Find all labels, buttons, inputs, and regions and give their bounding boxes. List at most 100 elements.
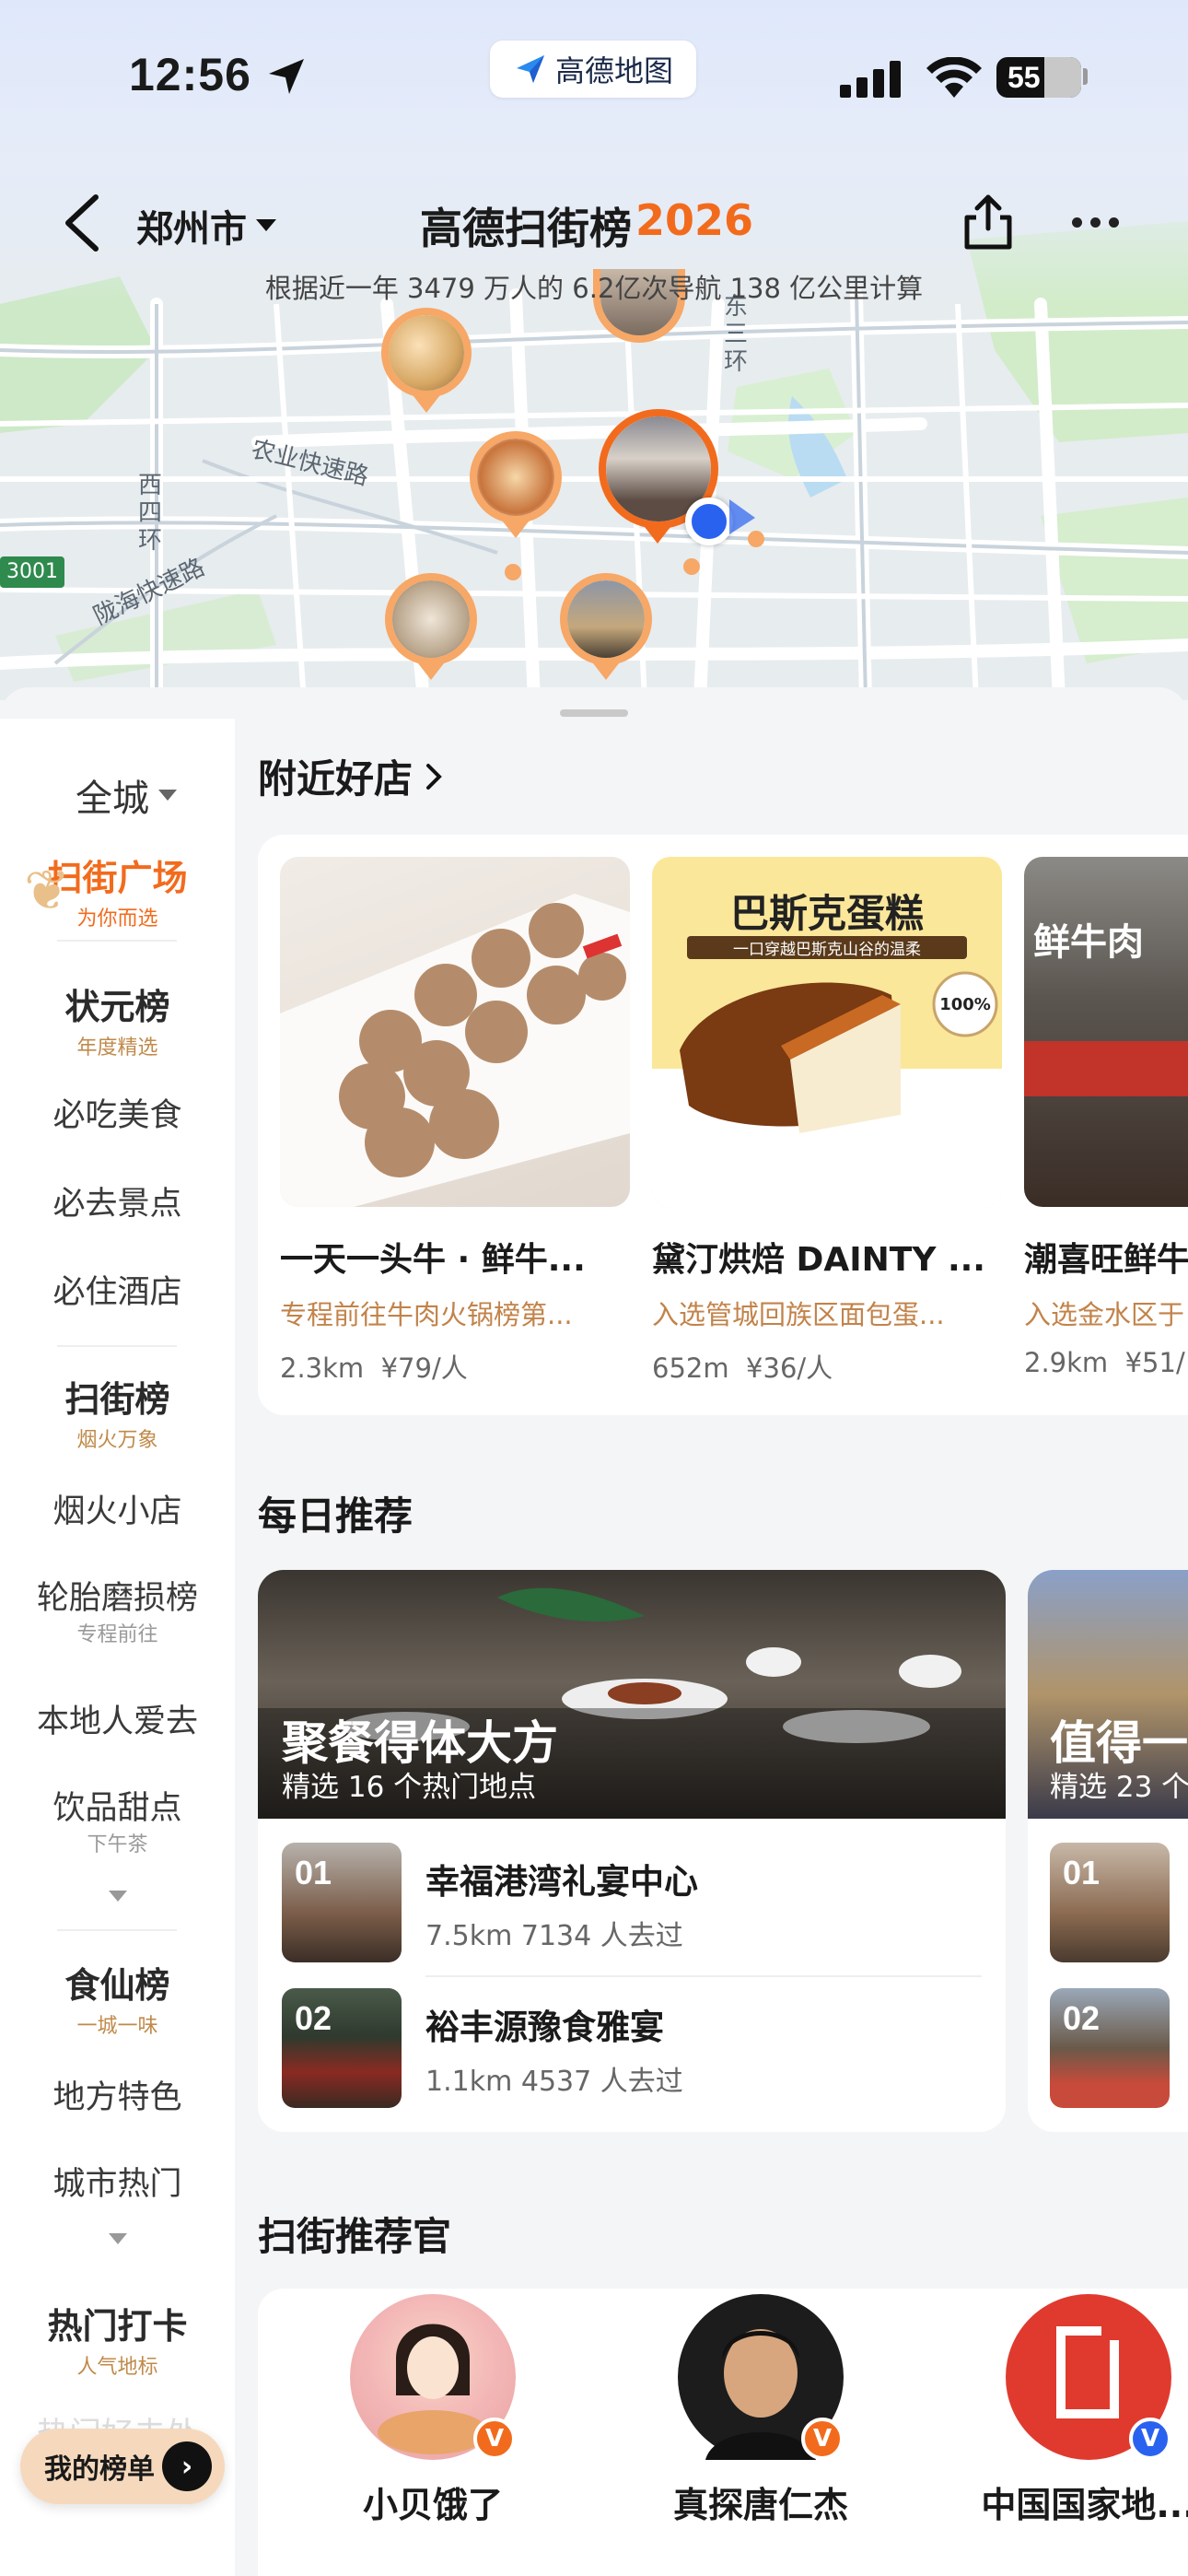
place-name: 裕丰源豫食雅宴 bbox=[425, 2008, 664, 2047]
nav-item-locals-love[interactable]: 本地人爱去 bbox=[0, 1695, 235, 1742]
nav-item-drinks-desserts[interactable]: 饮品甜点 bbox=[0, 1782, 235, 1829]
expand-chevron-icon[interactable] bbox=[109, 2233, 127, 2244]
daily-list-item[interactable]: 01 幸福港湾礼宴中心 7.5km 7134 人去过 bbox=[282, 1843, 982, 1972]
page-subtitle: 根据近一年 3479 万人的 6.2亿次导航 138 亿公里计算 bbox=[264, 273, 924, 304]
app-pill-label: 高德地图 bbox=[554, 53, 673, 88]
chevron-down-icon bbox=[158, 790, 177, 801]
scope-selector[interactable]: 全城 bbox=[76, 768, 177, 822]
map-pin-shop[interactable] bbox=[470, 431, 562, 523]
daily-recommend-card[interactable]: 聚餐得体大方 精选 16 个热门地点 01 幸福港湾礼宴中心 7.5km 713… bbox=[258, 1570, 1006, 2132]
rank-number: 02 bbox=[1063, 1999, 1101, 2037]
nav-item-small-shops[interactable]: 烟火小店 bbox=[0, 1485, 235, 1532]
city-selector[interactable]: 郑州市 bbox=[136, 199, 276, 252]
daily-hero-image: 值得一 精选 23 个 bbox=[1028, 1570, 1188, 1819]
shop-meta: 2.9km ¥51/ bbox=[1024, 1347, 1185, 1378]
map-pin-shop[interactable] bbox=[385, 573, 477, 665]
map-pin-shop[interactable] bbox=[381, 308, 472, 398]
daily-section-title: 每日推荐 bbox=[258, 1493, 413, 1539]
page-title: 高德扫街榜 2026 bbox=[420, 195, 753, 256]
cellular-signal-icon bbox=[840, 61, 901, 98]
verified-badge-icon: V bbox=[1129, 2418, 1171, 2460]
rank-number: 01 bbox=[295, 1854, 332, 1891]
map-dot bbox=[683, 558, 700, 575]
nav-item-must-visit[interactable]: 必去景点 bbox=[0, 1177, 235, 1224]
nearby-shop-card[interactable]: 巴斯克蛋糕 一口穿越巴斯克山谷的温柔 100% 黛汀烘焙 DAINTY ... … bbox=[652, 857, 1002, 1386]
city-name: 郑州市 bbox=[136, 208, 247, 251]
recommender-profile[interactable]: V 真探唐仁杰 bbox=[623, 2294, 899, 2527]
nav-item-city-hot[interactable]: 城市热门 bbox=[0, 2158, 235, 2205]
nav-item-must-eat[interactable]: 必吃美食 bbox=[0, 1089, 235, 1136]
map-pin-shop[interactable] bbox=[560, 573, 652, 665]
shop-name: 潮喜旺鲜牛 bbox=[1024, 1241, 1188, 1279]
app-return-pill[interactable]: 高德地图 bbox=[490, 41, 696, 98]
nav-badge-street-list[interactable]: 扫街榜 烟火万象 bbox=[0, 1371, 235, 1453]
shop-photo: 鲜牛肉 bbox=[1024, 857, 1188, 1207]
place-name: 幸福港湾礼宴中心 bbox=[425, 1862, 698, 1902]
status-time: 12:56 bbox=[129, 49, 251, 100]
share-button[interactable] bbox=[958, 192, 1019, 252]
nav-badge-hot-checkin[interactable]: 热门打卡 人气地标 bbox=[0, 2298, 235, 2380]
daily-card-subtitle: 精选 16 个热门地点 bbox=[282, 1771, 537, 1804]
nearby-shop-card[interactable]: 鲜牛肉 潮喜旺鲜牛 入选金水区于 2.9km ¥51/ bbox=[1024, 857, 1188, 1378]
chevron-right-icon bbox=[426, 763, 442, 790]
recommender-name: 真探唐仁杰 bbox=[672, 2485, 848, 2525]
recommender-profile[interactable]: V 小贝饿了 bbox=[295, 2294, 571, 2527]
sheet-grabber[interactable] bbox=[560, 709, 628, 717]
title-year: 2026 bbox=[635, 195, 754, 245]
daily-hero-image: 聚餐得体大方 精选 16 个热门地点 bbox=[258, 1570, 1006, 1819]
more-options-button[interactable] bbox=[1072, 217, 1119, 228]
daily-list-item[interactable]: 02 bbox=[1050, 1988, 1188, 2117]
map-background[interactable]: 东三环 农业快速路 西四环 陇海快速路 3001 bbox=[0, 0, 1188, 700]
shop-meta: 652m ¥36/人 bbox=[652, 1352, 833, 1384]
nav-item-local-specialty[interactable]: 地方特色 bbox=[0, 2071, 235, 2118]
location-heading-icon bbox=[729, 499, 755, 534]
nav-item-tyre-sub: 专程前往 bbox=[76, 1623, 158, 1646]
watermark: @国家地... bbox=[996, 2526, 1134, 2558]
expand-chevron-icon[interactable] bbox=[109, 1891, 127, 1902]
nav-item-drinks-sub: 下午茶 bbox=[87, 1833, 148, 1856]
location-services-icon bbox=[269, 59, 304, 94]
battery-indicator: 55 bbox=[996, 57, 1081, 98]
wifi-icon bbox=[926, 57, 982, 98]
recommender-name: 小贝饿了 bbox=[362, 2485, 503, 2525]
shop-rank-desc: 专程前往牛肉火锅榜第... bbox=[280, 1299, 573, 1330]
daily-list-item[interactable]: 02 裕丰源豫食雅宴 1.1km 4537 人去过 bbox=[282, 1988, 982, 2117]
nearby-shop-card[interactable]: 一天一头牛 · 鲜牛... 专程前往牛肉火锅榜第... 2.3km ¥79/人 bbox=[280, 857, 630, 1386]
shop-rank-desc: 入选管城回族区面包蛋... bbox=[652, 1299, 945, 1330]
avatar: V bbox=[678, 2294, 844, 2460]
avatar: V bbox=[350, 2294, 516, 2460]
place-meta: 1.1km 4537 人去过 bbox=[425, 2066, 683, 2098]
amap-logo-icon bbox=[516, 55, 544, 83]
recommenders-section-title: 扫街推荐官 bbox=[258, 2214, 452, 2259]
shop-meta: 2.3km ¥79/人 bbox=[280, 1352, 468, 1384]
nearby-section-header[interactable]: 附近好店 bbox=[258, 748, 442, 804]
nav-badge-top-list[interactable]: 状元榜 年度精选 bbox=[0, 978, 235, 1060]
nav-item-must-stay[interactable]: 必住酒店 bbox=[0, 1266, 235, 1313]
nav-badge-food-list[interactable]: 食仙榜 一城一味 bbox=[0, 1957, 235, 2039]
shop-rank-desc: 入选金水区于 bbox=[1024, 1299, 1185, 1330]
rank-number: 01 bbox=[1063, 1854, 1101, 1891]
current-location-marker bbox=[685, 498, 733, 545]
shop-name: 黛汀烘焙 DAINTY ... bbox=[652, 1241, 985, 1279]
rank-number: 02 bbox=[295, 1999, 332, 2037]
map-road-shield: 3001 bbox=[0, 556, 64, 588]
recommender-profile[interactable]: V 中国国家地... bbox=[950, 2294, 1188, 2527]
shop-photo bbox=[280, 857, 630, 1207]
nav-badge-street-square[interactable]: ❦ 扫街广场 为你而选 bbox=[0, 849, 235, 931]
verified-badge-icon: V bbox=[801, 2418, 844, 2460]
shop-photo: 巴斯克蛋糕 一口穿越巴斯克山谷的温柔 100% bbox=[652, 857, 1002, 1207]
map-label-west-ring: 西四环 bbox=[138, 472, 163, 555]
chevron-down-icon bbox=[256, 219, 276, 231]
map-dot bbox=[505, 564, 521, 580]
avatar: V bbox=[1006, 2294, 1171, 2460]
place-meta: 7.5km 7134 人去过 bbox=[425, 1920, 683, 1952]
daily-card-subtitle: 精选 23 个 bbox=[1050, 1771, 1188, 1804]
chevron-right-icon: › bbox=[162, 2441, 212, 2491]
nav-item-tyre-list[interactable]: 轮胎磨损榜 bbox=[0, 1572, 235, 1619]
daily-list-item[interactable]: 01 bbox=[1050, 1843, 1188, 1972]
verified-badge-icon: V bbox=[473, 2418, 516, 2460]
my-list-button[interactable]: 我的榜单 › bbox=[20, 2429, 225, 2504]
back-button[interactable] bbox=[61, 193, 105, 252]
daily-recommend-card[interactable]: 值得一 精选 23 个 01 02 bbox=[1028, 1570, 1188, 2132]
shop-name: 一天一头牛 · 鲜牛... bbox=[280, 1241, 586, 1279]
